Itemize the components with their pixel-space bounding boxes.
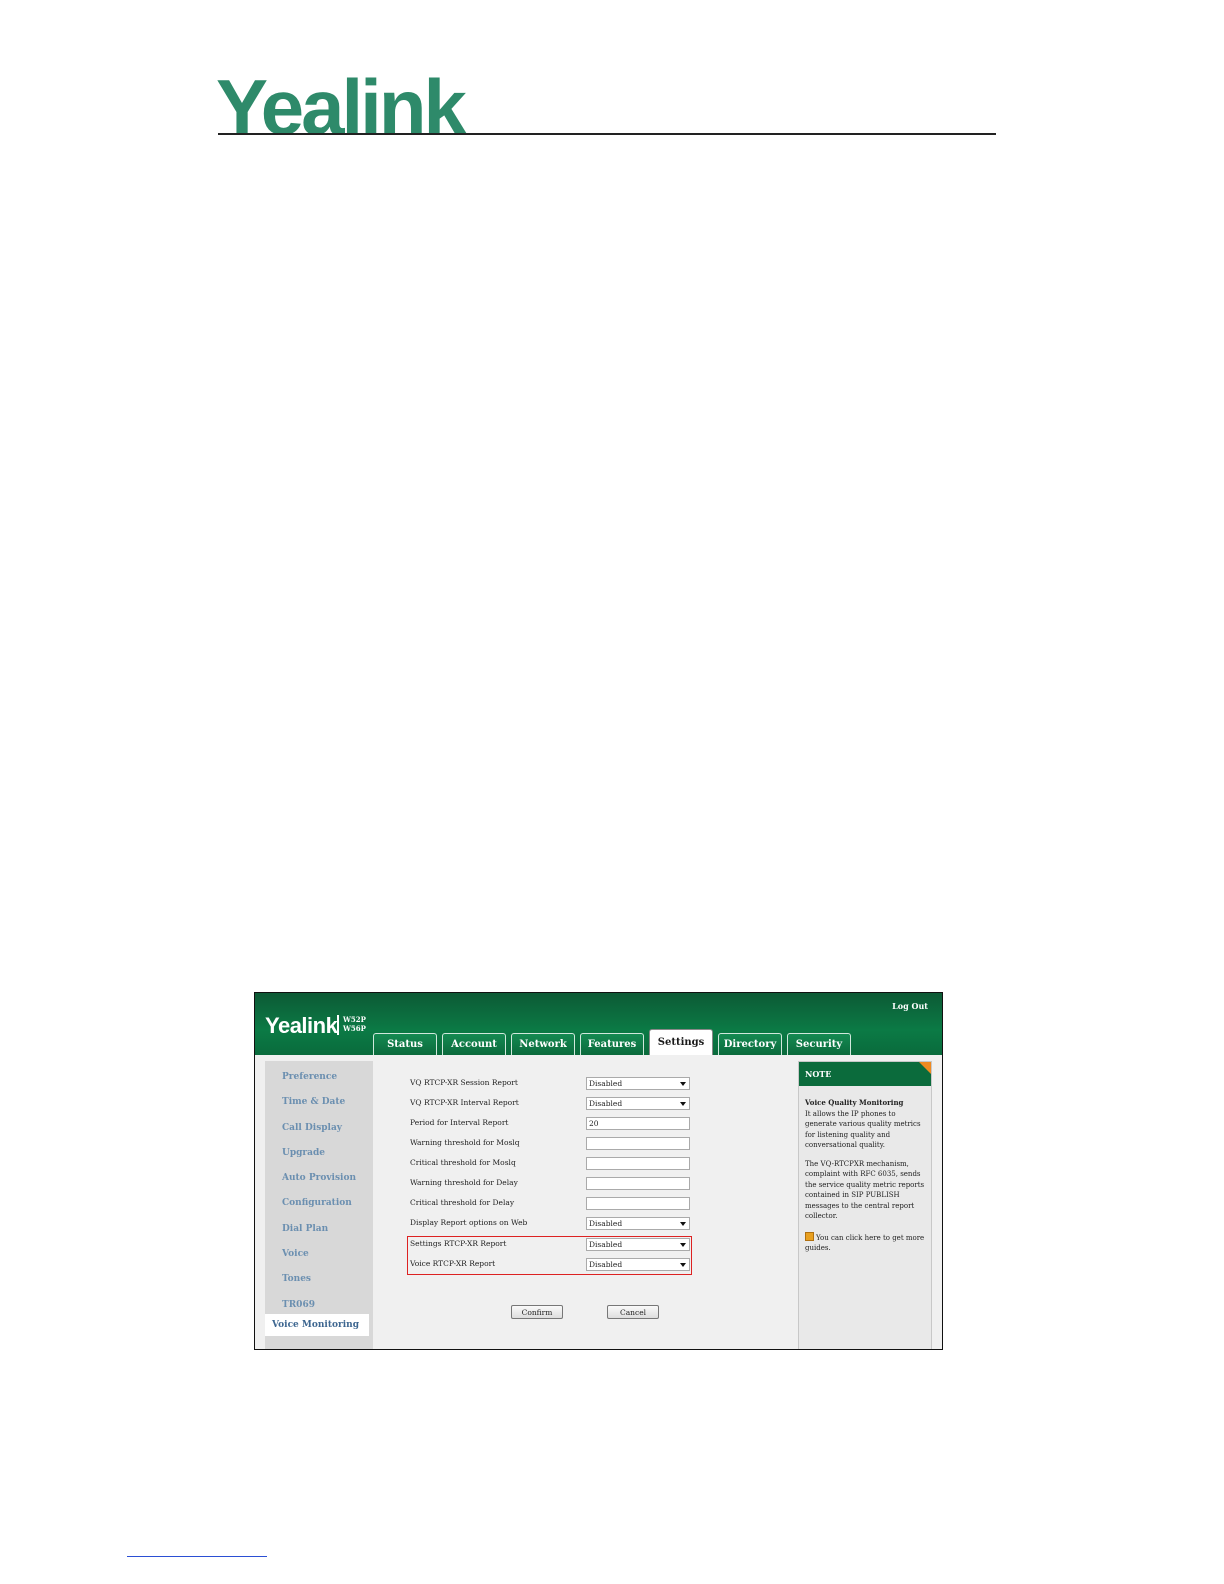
input-value: 20	[589, 1119, 599, 1128]
field-label: VQ RTCP-XR Session Report	[410, 1078, 518, 1087]
settings-form: VQ RTCP-XR Session Report Disabled VQ RT…	[373, 1061, 793, 1349]
sidebar-item-auto-provision[interactable]: Auto Provision	[265, 1167, 373, 1189]
field-label: Period for Interval Report	[410, 1118, 509, 1127]
form-row: Critical threshold for Moslq	[410, 1157, 710, 1171]
field-label: Critical threshold for Moslq	[410, 1158, 516, 1167]
form-row: Warning threshold for Moslq	[410, 1137, 710, 1151]
app-logo: Yealink	[265, 1013, 338, 1038]
form-row: Display Report options on Web Disabled	[410, 1217, 710, 1231]
sidebar-item-voice-monitoring[interactable]: Voice Monitoring	[265, 1314, 369, 1336]
model-name: W52P	[343, 1015, 366, 1024]
footer-link-underline	[127, 1556, 267, 1557]
cancel-button[interactable]: Cancel	[607, 1305, 659, 1319]
form-row: VQ RTCP-XR Interval Report Disabled	[410, 1097, 710, 1111]
tab-settings[interactable]: Settings	[649, 1029, 713, 1055]
sidebar-item-tr069[interactable]: TR069	[265, 1294, 373, 1316]
sidebar-item-preference[interactable]: Preference	[265, 1066, 373, 1088]
logo-separator	[337, 1015, 339, 1035]
model-names: W52P W56P	[343, 1015, 366, 1033]
sidebar-item-tones[interactable]: Tones	[265, 1268, 373, 1290]
sidebar-item-time-date[interactable]: Time & Date	[265, 1091, 373, 1113]
form-row: Warning threshold for Delay	[410, 1177, 710, 1191]
vq-interval-report-select[interactable]: Disabled	[586, 1097, 690, 1110]
tab-status[interactable]: Status	[373, 1033, 437, 1055]
tab-security[interactable]: Security	[787, 1033, 851, 1055]
dropdown-arrow-icon	[680, 1222, 686, 1226]
sidebar-item-upgrade[interactable]: Upgrade	[265, 1142, 373, 1164]
tab-network[interactable]: Network	[511, 1033, 575, 1055]
note-tip[interactable]: You can click here to get more guides.	[805, 1231, 927, 1254]
form-row: VQ RTCP-XR Session Report Disabled	[410, 1077, 710, 1091]
note-heading: NOTE	[799, 1062, 931, 1086]
sidebar: Preference Time & Date Call Display Upgr…	[265, 1061, 373, 1349]
note-paragraph: It allows the IP phones to generate vari…	[805, 1109, 921, 1150]
select-value: Disabled	[589, 1079, 623, 1088]
web-ui-screenshot: Yealink W52P W56P Log Out Status Account…	[254, 992, 943, 1350]
main-tabs: Status Account Network Features Settings…	[373, 1029, 856, 1055]
help-icon	[805, 1231, 814, 1241]
display-report-options-select[interactable]: Disabled	[586, 1217, 690, 1230]
field-label: VQ RTCP-XR Interval Report	[410, 1098, 519, 1107]
sidebar-item-voice[interactable]: Voice	[265, 1243, 373, 1265]
dropdown-arrow-icon	[680, 1102, 686, 1106]
note-paragraph: The VQ-RTCPXR mechanism, complaint with …	[805, 1159, 925, 1221]
sidebar-item-dial-plan[interactable]: Dial Plan	[265, 1218, 373, 1240]
confirm-button[interactable]: Confirm	[511, 1305, 563, 1319]
tab-account[interactable]: Account	[442, 1033, 506, 1055]
warning-delay-input[interactable]	[586, 1177, 690, 1190]
top-bar: Yealink W52P W56P Log Out Status Account…	[255, 993, 942, 1055]
field-label: Warning threshold for Delay	[410, 1178, 518, 1187]
sidebar-item-configuration[interactable]: Configuration	[265, 1192, 373, 1214]
note-panel: NOTE Voice Quality Monitoring It allows …	[798, 1061, 932, 1349]
interval-period-input[interactable]: 20	[586, 1117, 690, 1130]
critical-delay-input[interactable]	[586, 1197, 690, 1210]
dropdown-arrow-icon	[680, 1082, 686, 1086]
form-row: Period for Interval Report 20	[410, 1117, 710, 1131]
model-name: W56P	[343, 1024, 366, 1033]
select-value: Disabled	[589, 1099, 623, 1108]
critical-moslq-input[interactable]	[586, 1157, 690, 1170]
logout-link[interactable]: Log Out	[892, 1001, 928, 1011]
note-title: Voice Quality Monitoring	[805, 1098, 904, 1107]
tab-directory[interactable]: Directory	[718, 1033, 782, 1055]
field-label: Critical threshold for Delay	[410, 1198, 515, 1207]
warning-moslq-input[interactable]	[586, 1137, 690, 1150]
note-corner-icon	[919, 1062, 931, 1074]
sidebar-item-call-display[interactable]: Call Display	[265, 1117, 373, 1139]
note-tip-text: You can click here to get more guides.	[805, 1233, 925, 1253]
tab-features[interactable]: Features	[580, 1033, 644, 1055]
field-label: Warning threshold for Moslq	[410, 1138, 520, 1147]
form-row: Critical threshold for Delay	[410, 1197, 710, 1211]
note-body: Voice Quality Monitoring It allows the I…	[805, 1098, 927, 1254]
field-label: Display Report options on Web	[410, 1218, 528, 1227]
select-value: Disabled	[589, 1219, 623, 1228]
highlight-box	[407, 1236, 692, 1275]
body-area: Preference Time & Date Call Display Upgr…	[255, 1055, 942, 1349]
vq-session-report-select[interactable]: Disabled	[586, 1077, 690, 1090]
header-rule	[218, 133, 996, 135]
